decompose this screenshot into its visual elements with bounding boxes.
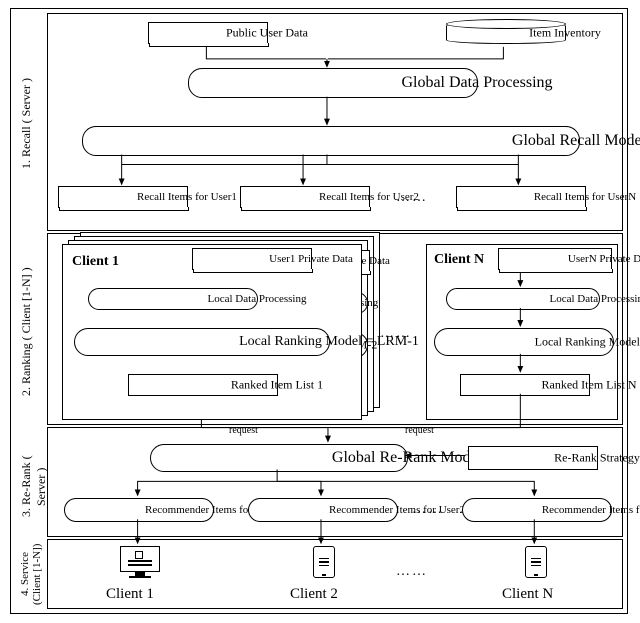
- box-recall-items-user2: Recall Items for User2: [240, 186, 370, 208]
- label-clientN: Client N: [434, 252, 484, 268]
- side-label-rerank: 3. Re-Rank ( Server ): [19, 439, 49, 534]
- section-ranking: vate Data ssing M-2 Client 1 User1 Priva…: [47, 233, 623, 425]
- box-global-recall-model: Global Recall Model: [82, 126, 580, 156]
- box-ranked-item-list-N: Ranked Item List N: [460, 374, 590, 396]
- ellipsis-recall: ……: [396, 190, 428, 206]
- side-label-ranking: 2. Ranking ( Client [1-N] ): [19, 247, 34, 417]
- monitor-icon: [118, 546, 162, 580]
- box-recall-items-user1: Recall Items for User1: [58, 186, 188, 208]
- box-local-data-processing-N: Local Data Processing: [446, 288, 600, 310]
- box-userN-private-data: UserN Private Data: [498, 248, 612, 270]
- box-local-data-processing-1: Local Data Processing: [88, 288, 258, 310]
- label-service-client1: Client 1: [106, 586, 154, 603]
- box-rerank-strategy: Re-Rank Strategy: [468, 446, 598, 470]
- section-recall: Public User Data Item Inventory Global D…: [47, 13, 623, 231]
- cylinder-item-inventory: Item Inventory: [446, 22, 566, 44]
- section-service: Client 1 Client 2 …… Client N: [47, 539, 623, 609]
- box-rec-items-user2: Recommender Items for User2: [248, 498, 398, 522]
- section-rerank: Global Re-Rank Model Re-Rank Strategy Re…: [47, 427, 623, 537]
- phone-icon-N: [514, 546, 558, 580]
- ellipsis-rec: ……: [412, 502, 444, 518]
- box-recall-items-userN: Recall Items for UserN: [456, 186, 586, 208]
- box-public-user-data: Public User Data: [148, 22, 268, 44]
- label-service-clientN: Client N: [502, 586, 553, 603]
- box-lrm-N: Local Ranking Model = LRM-N: [434, 328, 614, 356]
- phone-icon-2: [302, 546, 346, 580]
- side-label-recall: 1. Recall ( Server ): [19, 29, 34, 219]
- box-rec-items-userN: Recommender Items for UserN: [462, 498, 612, 522]
- box-lrm-1: Local Ranking Model = LRM-1: [74, 328, 330, 356]
- box-global-rerank-model: Global Re-Rank Model: [150, 444, 408, 472]
- box-ranked-item-list-1: Ranked Item List 1: [128, 374, 278, 396]
- side-label-service: 4. Service (Client [1-N]): [19, 543, 43, 605]
- ellipsis-service: ……: [396, 564, 428, 580]
- label-service-client2: Client 2: [290, 586, 338, 603]
- box-global-data-processing: Global Data Processing: [188, 68, 478, 98]
- label-client1: Client 1: [72, 254, 119, 270]
- box-user1-private-data: User1 Private Data: [192, 248, 312, 270]
- box-rec-items-user1: Recommender Items for User1: [64, 498, 214, 522]
